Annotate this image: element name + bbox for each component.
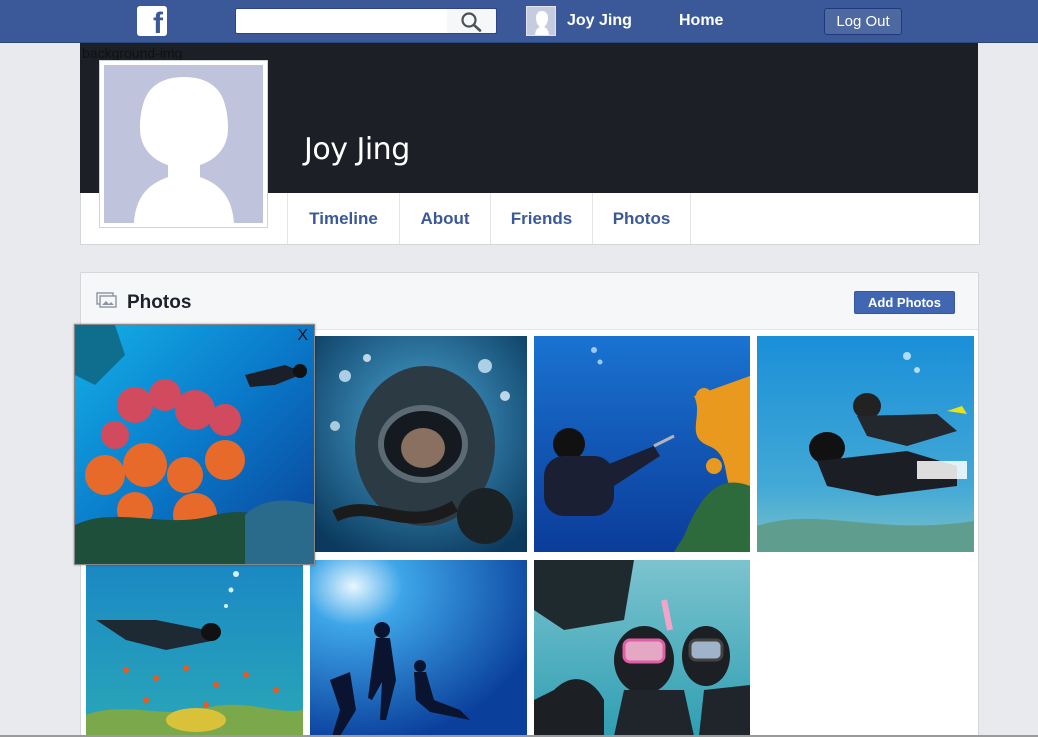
search-input[interactable] xyxy=(235,8,447,34)
facebook-logo-icon[interactable]: f xyxy=(137,6,167,40)
photo-album-icon xyxy=(96,292,117,308)
add-photos-button[interactable]: Add Photos xyxy=(854,291,955,314)
photo-image xyxy=(310,560,527,736)
photo-image xyxy=(534,336,750,552)
photo-divers-thumbs-up[interactable] xyxy=(757,336,974,552)
nav-avatar[interactable] xyxy=(526,6,556,36)
photo-divers-shaka-selfie[interactable] xyxy=(534,560,750,736)
photos-header: Photos Add Photos xyxy=(81,273,978,330)
cover-alt-text: background-img xyxy=(82,45,183,61)
nav-user-name[interactable]: Joy Jing xyxy=(567,12,632,30)
photo-popup: X xyxy=(74,324,315,565)
top-nav-bar: f Joy Jing Home Log Out xyxy=(0,0,1038,43)
photos-title: Photos xyxy=(127,292,192,313)
photo-diver-silhouettes[interactable] xyxy=(310,560,527,736)
tab-photos[interactable]: Photos xyxy=(592,193,691,244)
default-profile-silhouette-icon xyxy=(104,65,263,223)
profile-picture[interactable] xyxy=(99,60,268,228)
logout-button[interactable]: Log Out xyxy=(824,8,902,35)
popup-close-button[interactable]: X xyxy=(297,327,308,345)
photo-image xyxy=(86,560,303,736)
profile-name: Joy Jing xyxy=(304,132,410,167)
photo-diver-orange-coral[interactable] xyxy=(534,336,750,552)
search-button[interactable] xyxy=(447,8,497,34)
nav-home-link[interactable]: Home xyxy=(679,12,723,30)
photo-diver-mask-closeup[interactable] xyxy=(315,336,527,552)
tab-about[interactable]: About xyxy=(399,193,490,244)
photo-image xyxy=(534,560,750,736)
tab-friends[interactable]: Friends xyxy=(490,193,592,244)
tab-timeline[interactable]: Timeline xyxy=(287,193,399,244)
photo-diver-over-reef-fish[interactable] xyxy=(86,560,303,736)
default-avatar-icon xyxy=(527,7,555,35)
facebook-logo-letter: f xyxy=(153,7,163,40)
photo-image xyxy=(315,336,527,552)
photo-image xyxy=(757,336,974,552)
popup-photo-image xyxy=(75,325,314,564)
search-icon xyxy=(461,12,482,32)
